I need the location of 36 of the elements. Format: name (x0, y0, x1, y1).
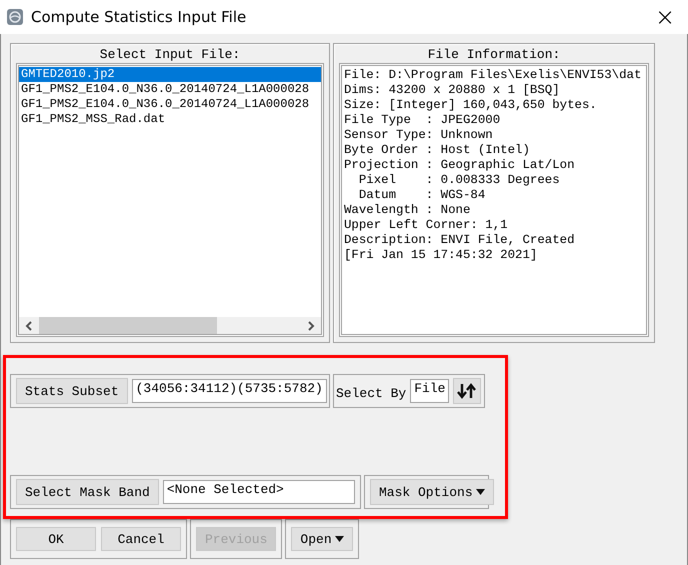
info-line: Dims: 43200 x 20880 x 1 [BSQ] (344, 83, 561, 98)
subset-field[interactable]: (34056:34112)(5735:5782) (132, 379, 327, 403)
file-list-item[interactable]: GF1_PMS2_MSS_Rad.dat (19, 112, 321, 127)
stats-subset-button[interactable]: Stats Subset (16, 378, 128, 404)
info-line: Projection : Geographic Lat/Lon (344, 158, 576, 173)
info-line: File: D:\Program Files\Exelis\ENVI53\dat (344, 68, 642, 83)
panel-label: File Information: (426, 47, 562, 63)
panel-label: Select Input File: (98, 47, 242, 63)
file-list-item[interactable]: GMTED2010.jp2 (19, 67, 321, 82)
select-mask-band-button[interactable]: Select Mask Band (16, 479, 159, 505)
close-button[interactable]: × (642, 0, 688, 34)
info-line: Upper Left Corner: 1,1 (344, 218, 509, 233)
mask-options-button[interactable]: Mask Options (370, 479, 494, 505)
horizontal-scrollbar[interactable] (19, 317, 321, 334)
file-list-item[interactable]: GF1_PMS2_E104.0_N36.0_20140724_L1A000028 (19, 97, 321, 112)
menu-button[interactable]: Open (291, 527, 353, 551)
select-by-label: Select By (336, 386, 406, 401)
select-by-field[interactable]: File (410, 379, 450, 403)
app-icon (6, 8, 24, 26)
info-line: Size: [Integer] 160,043,650 bytes. (344, 98, 598, 113)
window-title: Compute Statistics Input File (31, 8, 248, 26)
info-line: Datum : WGS-84 (358, 188, 486, 203)
sort-arrows-icon (457, 383, 478, 399)
dialog-button[interactable]: OK (16, 527, 96, 551)
dialog-button[interactable]: Cancel (101, 527, 181, 551)
caret-icon (476, 489, 485, 495)
info-line: [Fri Jan 15 17:45:32 2021] (344, 248, 538, 263)
info-line: File Type : JPEG2000 (344, 113, 502, 128)
info-line: Pixel : 0.008333 Degrees (358, 173, 561, 188)
info-line: Wavelength : None (344, 203, 472, 218)
mask-band-field[interactable]: <None Selected> (162, 480, 355, 504)
info-line: Sensor Type: Unknown (344, 128, 494, 143)
file-list-item[interactable]: GF1_PMS2_E104.0_N36.0_20140724_L1A000028 (19, 82, 321, 97)
info-line: Description: ENVI File, Created (344, 233, 576, 248)
sort-button[interactable] (453, 378, 482, 404)
info-line: Byte Order : Host (Intel) (344, 143, 531, 158)
